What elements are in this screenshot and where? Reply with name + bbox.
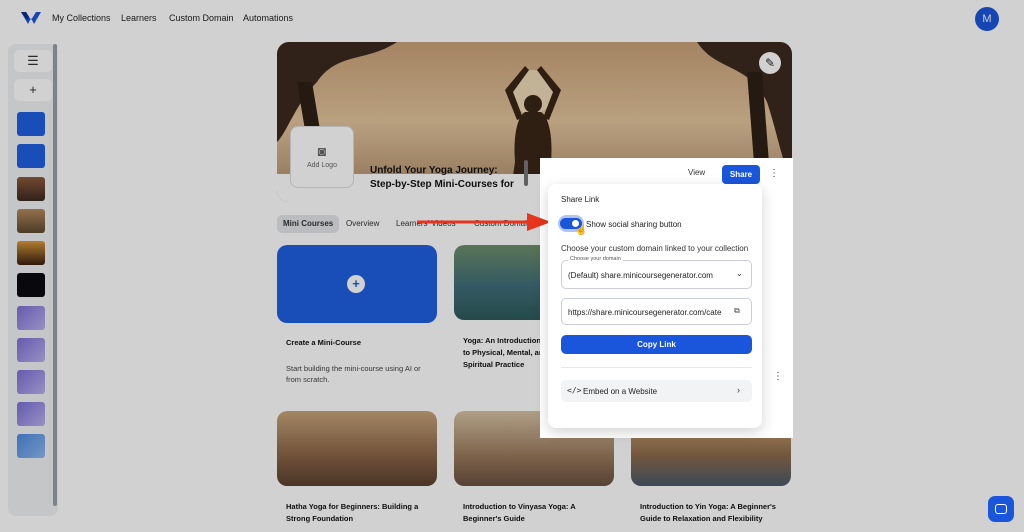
dim-overlay bbox=[0, 0, 1024, 532]
social-sharing-label: Show social sharing button bbox=[586, 220, 682, 229]
chat-support-button[interactable] bbox=[988, 496, 1014, 522]
code-icon: </> bbox=[567, 386, 582, 395]
copy-link-button[interactable]: Copy Link bbox=[561, 335, 752, 354]
card-more-options-icon[interactable]: ⋮ bbox=[773, 371, 783, 382]
view-button[interactable]: View bbox=[688, 168, 705, 177]
embed-on-website-button[interactable]: </> Embed on a Website › bbox=[561, 380, 752, 402]
choose-domain-text: Choose your custom domain linked to your… bbox=[561, 244, 749, 253]
embed-label: Embed on a Website bbox=[583, 387, 658, 396]
annotation-arrow-icon bbox=[417, 213, 551, 231]
domain-select-value[interactable]: (Default) share.minicoursegenerator.com bbox=[568, 271, 713, 280]
share-url-value[interactable]: https://share.minicoursegenerator.com/ca… bbox=[568, 308, 730, 317]
chevron-down-icon[interactable]: ⌄ bbox=[736, 269, 743, 278]
divider bbox=[561, 367, 752, 368]
share-button[interactable]: Share bbox=[722, 165, 760, 184]
chevron-right-icon: › bbox=[737, 385, 740, 395]
popover-title: Share Link bbox=[561, 195, 600, 204]
chat-bubble-icon bbox=[995, 504, 1007, 514]
share-link-popover: Share Link ☝ Show social sharing button … bbox=[548, 184, 762, 428]
domain-select-legend: Choose your domain bbox=[568, 256, 623, 262]
more-options-icon[interactable]: ⋮ bbox=[769, 168, 779, 179]
open-external-icon[interactable]: ⧉ bbox=[734, 306, 740, 316]
